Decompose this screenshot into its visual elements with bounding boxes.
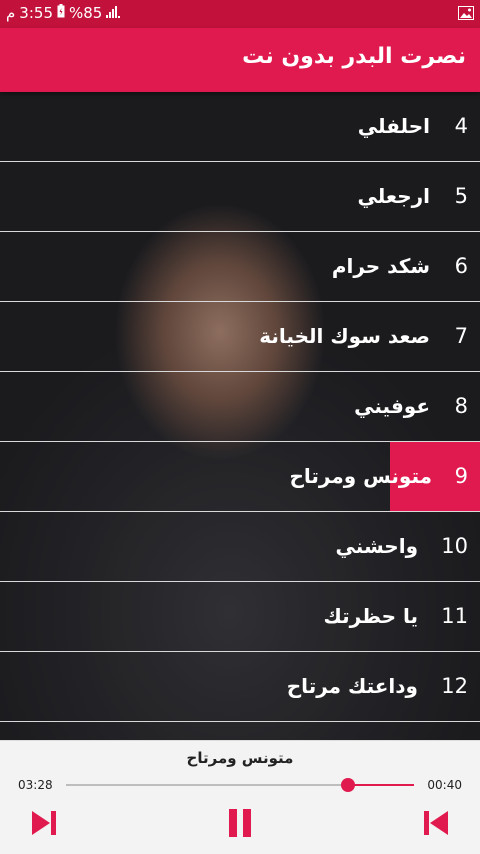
track-number: 4 (454, 114, 468, 138)
elapsed-label: 00:40 (427, 778, 462, 792)
clock: 3:55 (19, 4, 53, 22)
skip-next-button[interactable] (28, 807, 60, 839)
seek-bar[interactable] (66, 778, 414, 792)
list-item[interactable]: 7 صعد سوك الخيانة (0, 302, 480, 372)
list-item[interactable]: 11 يا حظرتك (0, 582, 480, 652)
status-left: م 3:55 %85 (6, 4, 121, 22)
skip-previous-icon (424, 811, 448, 835)
seek-handle[interactable] (340, 778, 355, 792)
pause-button[interactable] (224, 807, 256, 839)
track-number: 5 (454, 184, 468, 208)
track-number: 11 (441, 604, 468, 628)
track-title: عوفيني (354, 394, 430, 418)
pause-icon (229, 809, 251, 837)
list-item[interactable]: 6 شكد حرام (0, 232, 480, 302)
battery-percent: %85 (68, 4, 103, 22)
track-number: 12 (441, 674, 468, 698)
track-title: وداعتك مرتاح (286, 674, 418, 698)
list-item[interactable]: 12 وداعتك مرتاح (0, 652, 480, 722)
gallery-icon (458, 6, 474, 24)
list-item[interactable]: 4 احلفلي (0, 92, 480, 162)
track-title: واحشني (335, 534, 418, 558)
now-playing-title: متونس ومرتاح (186, 749, 294, 767)
track-title: يا حظرتك (323, 604, 418, 628)
track-title: شكد حرام (331, 254, 430, 278)
signal-icon (106, 4, 121, 22)
list-item[interactable]: 5 ارجعلي (0, 162, 480, 232)
list-item[interactable]: 10 واحشني (0, 512, 480, 582)
track-title: متونس ومرتاح (289, 464, 432, 488)
track-number: 10 (441, 534, 468, 558)
track-number: 7 (454, 324, 468, 348)
seek-progress (347, 784, 414, 786)
page-title: نصرت البدر بدون نت (242, 44, 466, 69)
list-item-active[interactable]: 9 متونس ومرتاح (0, 442, 480, 512)
track-title: احلفلي (357, 114, 430, 138)
app-bar: نصرت البدر بدون نت (0, 28, 480, 92)
period-label: م (6, 4, 16, 22)
duration-label: 03:28 (18, 778, 53, 792)
list-item[interactable]: 8 عوفيني (0, 372, 480, 442)
skip-previous-button[interactable] (420, 807, 452, 839)
track-number: 6 (454, 254, 468, 278)
skip-next-icon (32, 811, 56, 835)
track-title: ارجعلي (357, 184, 430, 208)
song-list[interactable]: 4 احلفلي 5 ارجعلي 6 شكد حرام 7 صعد سوك ا… (0, 92, 480, 740)
status-bar: م 3:55 %85 (0, 0, 480, 28)
track-number: 8 (454, 394, 468, 418)
track-title: صعد سوك الخيانة (259, 324, 430, 348)
player-bar: متونس ومرتاح 03:28 00:40 (0, 740, 480, 854)
battery-icon (57, 4, 65, 22)
